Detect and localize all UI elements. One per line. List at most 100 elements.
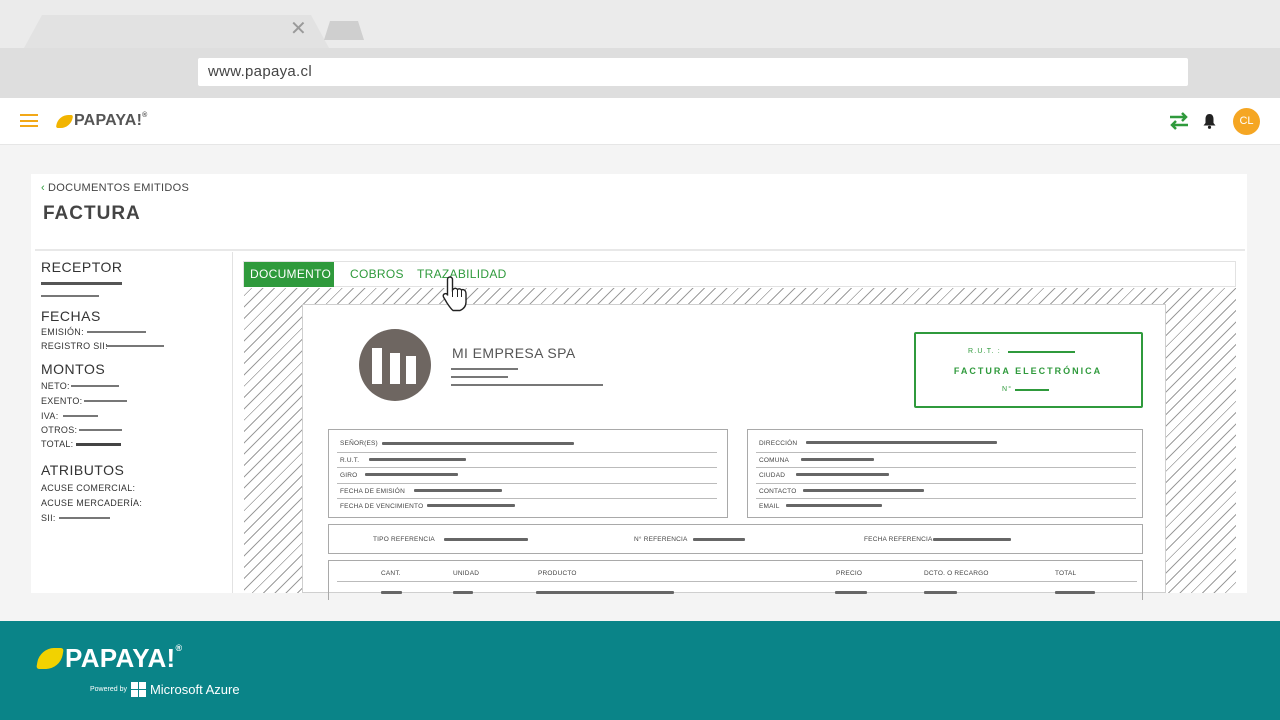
browser-tabstrip: ✕ (0, 0, 1280, 48)
field-label: CIUDAD (759, 472, 786, 479)
breadcrumb-label: DOCUMENTOS EMITIDOS (47, 182, 190, 194)
document-type: FACTURA ELECTRÓNICA (953, 366, 1103, 376)
field-label: COMUNA (759, 457, 790, 464)
sync-arrows-icon[interactable] (1168, 112, 1190, 130)
partner-name: Microsoft Azure (149, 682, 240, 697)
menu-icon[interactable] (20, 114, 38, 127)
neto-label: NETO: (41, 381, 70, 391)
table-cell (453, 591, 473, 594)
total-label: TOTAL: (41, 439, 74, 449)
registered-mark: ® (175, 643, 183, 653)
iva-value (63, 415, 98, 417)
company-line (451, 376, 508, 378)
table-cell (381, 591, 402, 594)
iva-label: IVA: (41, 411, 59, 421)
table-header: TOTAL (1055, 570, 1077, 577)
row-separator (337, 581, 1137, 582)
field-value (365, 473, 458, 476)
montos-heading: MONTOS (41, 361, 106, 377)
footer-banner: PAPAYA!® Powered by Microsoft Azure (0, 621, 1280, 720)
table-header: CANT. (381, 570, 401, 577)
tab-documento[interactable]: DOCUMENTO (244, 262, 334, 287)
papaya-leaf-icon (36, 648, 64, 669)
field-label: FECHA REFERENCIA (864, 536, 933, 543)
receptor-name-line (41, 282, 122, 285)
total-value (76, 443, 121, 446)
address-fields-box: DIRECCIÓN COMUNA CIUDAD CONTACTO EMAIL (747, 429, 1143, 518)
table-cell (835, 591, 867, 594)
row-separator (337, 452, 717, 453)
field-value (786, 504, 882, 507)
field-value (806, 441, 997, 444)
document-tabs: DOCUMENTO COBROS TRAZABILIDAD (243, 261, 1236, 287)
table-cell (924, 591, 957, 594)
document-card: ‹ DOCUMENTOS EMITIDOS FACTURA RECEPTOR FE… (31, 174, 1247, 600)
field-label: EMAIL (759, 503, 780, 510)
windows-icon (130, 682, 146, 697)
row-separator (756, 452, 1136, 453)
company-line (451, 368, 518, 370)
atributos-heading: ATRIBUTOS (41, 462, 125, 478)
bell-icon[interactable] (1202, 113, 1217, 129)
powered-by: Powered by Microsoft Azure (90, 682, 240, 697)
close-tab-icon[interactable]: ✕ (290, 19, 307, 39)
logo-text: PAPAYA! (74, 112, 143, 129)
number-value (1015, 389, 1049, 391)
app-header: PAPAYA!® CL (0, 98, 1280, 145)
browser-tab[interactable] (24, 15, 329, 48)
field-value (933, 538, 1011, 541)
rut-label: R.U.T. : (968, 348, 1001, 355)
registro-sii-value (106, 345, 164, 347)
registro-sii-label: REGISTRO SII: (41, 341, 108, 351)
hand-pointer-cursor (442, 276, 467, 312)
reference-box: TIPO REFERENCIA N° REFERENCIA FECHA REFE… (328, 524, 1143, 554)
side-divider (232, 252, 233, 593)
field-value (382, 442, 574, 445)
field-value (427, 504, 515, 507)
table-cell (536, 591, 674, 594)
acuse-comercial-label: ACUSE COMERCIAL: (41, 483, 136, 493)
otros-value (79, 429, 122, 431)
chevron-left-icon: ‹ (41, 182, 45, 194)
field-value (796, 473, 889, 476)
fechas-heading: FECHAS (41, 308, 101, 324)
exento-label: EXENTO: (41, 396, 83, 406)
address-bar[interactable]: www.papaya.cl (198, 58, 1188, 86)
row-separator (756, 483, 1136, 484)
row-separator (337, 483, 717, 484)
papaya-logo[interactable]: PAPAYA!® (55, 112, 148, 130)
row-separator (756, 498, 1136, 499)
field-label: FECHA DE EMISIÓN (340, 488, 405, 495)
powered-by-label: Powered by (90, 686, 127, 693)
page-title: FACTURA (43, 203, 141, 224)
tab-cobros[interactable]: COBROS (350, 262, 404, 287)
sii-value (59, 517, 110, 519)
invoice-id-box: R.U.T. : FACTURA ELECTRÓNICA N° (914, 332, 1143, 408)
table-header: PRECIO (836, 570, 863, 577)
row-separator (756, 467, 1136, 468)
table-header: DCTO. O RECARGO (924, 570, 989, 577)
field-label: SEÑOR(ES) (340, 440, 378, 447)
items-table: CANT. UNIDAD PRODUCTO PRECIO DCTO. O REC… (328, 560, 1143, 600)
divider (35, 249, 1245, 251)
company-line (451, 384, 603, 386)
browser-toolbar: www.papaya.cl (0, 48, 1280, 98)
row-separator (337, 467, 717, 468)
receptor-heading: RECEPTOR (41, 259, 123, 275)
number-label: N° (1002, 386, 1013, 393)
field-label: FECHA DE VENCIMIENTO (340, 503, 424, 510)
field-label: R.U.T. (340, 457, 360, 464)
field-label: CONTACTO (759, 488, 797, 495)
breadcrumb[interactable]: ‹ DOCUMENTOS EMITIDOS (41, 182, 189, 194)
emision-value (87, 331, 146, 333)
row-separator (337, 498, 717, 499)
field-value (369, 458, 466, 461)
avatar[interactable]: CL (1233, 108, 1260, 135)
receptor-fields-box: SEÑOR(ES) R.U.T. GIRO FECHA DE EMISIÓN F… (328, 429, 728, 518)
registered-mark: ® (142, 112, 148, 119)
field-value (414, 489, 502, 492)
new-tab-button[interactable] (324, 21, 364, 40)
emision-label: EMISIÓN: (41, 327, 84, 337)
invoice-preview: MI EMPRESA SPA R.U.T. : FACTURA ELECTRÓN… (302, 304, 1166, 600)
acuse-mercaderia-label: ACUSE MERCADERÍA: (41, 498, 143, 508)
